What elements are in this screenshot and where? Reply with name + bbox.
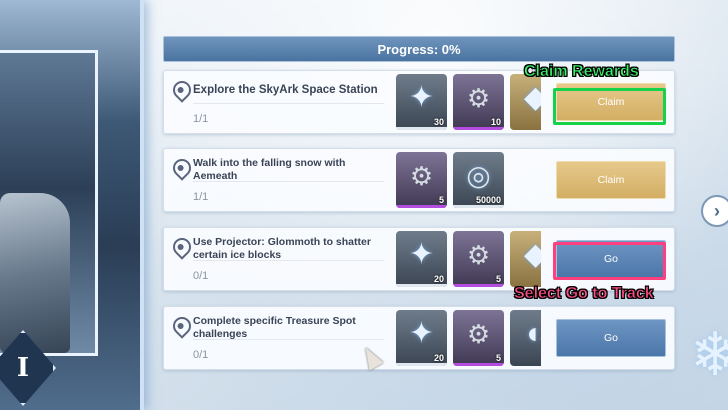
quest-count: 1/1 — [193, 113, 209, 125]
claim-highlight-box — [553, 88, 666, 125]
go-track-callout: Select Go to Track — [514, 285, 654, 303]
reward-list: ⚙ 5 ◎ 50000 — [396, 152, 541, 208]
character-portrait-frame — [0, 50, 98, 356]
quest-row: Complete specific Treasure Spot challeng… — [163, 306, 675, 370]
coin-icon: ◎ — [466, 160, 491, 191]
gear-device-icon: ⚙ — [466, 83, 491, 113]
gear-device-icon: ⚙ — [466, 319, 491, 349]
quest-row: Walk into the falling snow with Aemeath … — [163, 148, 675, 212]
progress-bar: Progress: 0% — [163, 36, 675, 62]
reward-item[interactable]: ⚙ 10 — [453, 74, 504, 130]
divider — [193, 260, 384, 261]
location-pin-icon[interactable] — [169, 234, 195, 260]
star-crystal-icon: ✦ — [408, 238, 435, 271]
gear-device-icon: ⚙ — [466, 240, 491, 270]
divider — [193, 181, 384, 182]
quest-count: 0/1 — [193, 349, 209, 361]
reward-item[interactable]: ✦ 30 — [396, 74, 447, 130]
claim-rewards-callout: Claim Rewards — [524, 63, 639, 81]
reward-item[interactable]: ⚙ 5 — [453, 310, 504, 366]
location-pin-icon[interactable] — [169, 155, 195, 181]
quest-count: 0/1 — [193, 270, 209, 282]
gold-item-icon: ◆ — [523, 81, 541, 114]
divider — [193, 103, 384, 104]
gear-device-icon: ⚙ — [409, 161, 434, 191]
reward-item[interactable]: ⚙ 5 — [453, 231, 504, 287]
go-highlight-box — [553, 242, 666, 280]
reward-list: ✦ 20 ⚙ 5 ◆ — [396, 231, 541, 287]
next-page-arrow-icon[interactable]: › — [701, 195, 728, 227]
reward-item[interactable]: ◐ — [510, 310, 541, 366]
quest-title: Explore the SkyArk Space Station — [193, 84, 378, 96]
quest-title: Complete specific Treasure Spot challeng… — [193, 315, 356, 340]
gold-item-icon: ◆ — [523, 238, 541, 271]
reward-item[interactable]: ◆ — [510, 231, 541, 287]
reward-list: ✦ 30 ⚙ 10 ◆ — [396, 74, 541, 130]
reward-item[interactable]: ⚙ 5 — [396, 152, 447, 208]
quest-count: 1/1 — [193, 191, 209, 203]
quest-title: Use Projector: Glommoth to shatter certa… — [193, 236, 371, 261]
star-crystal-icon: ✦ — [408, 317, 435, 350]
snowflake-icon: ❄ — [690, 321, 728, 388]
quest-title: Walk into the falling snow with Aemeath — [193, 157, 346, 182]
claim-button[interactable]: Claim — [556, 161, 666, 199]
divider — [193, 339, 384, 340]
reward-item[interactable]: ✦ 20 — [396, 231, 447, 287]
star-crystal-icon: ✦ — [408, 81, 435, 114]
progress-label: Progress: 0% — [377, 41, 461, 57]
location-pin-icon[interactable] — [169, 313, 195, 339]
location-pin-icon[interactable] — [169, 77, 195, 103]
go-button[interactable]: Go — [556, 319, 666, 357]
dark-item-icon: ◐ — [526, 317, 541, 350]
reward-list: ✦ 20 ⚙ 5 ◐ — [396, 310, 541, 366]
character-armor-art — [0, 193, 70, 353]
reward-item[interactable]: ✦ 20 — [396, 310, 447, 366]
reward-item[interactable]: ◎ 50000 — [453, 152, 504, 208]
character-card[interactable]: I — [0, 0, 144, 410]
reward-item[interactable]: ◆ — [510, 74, 541, 130]
